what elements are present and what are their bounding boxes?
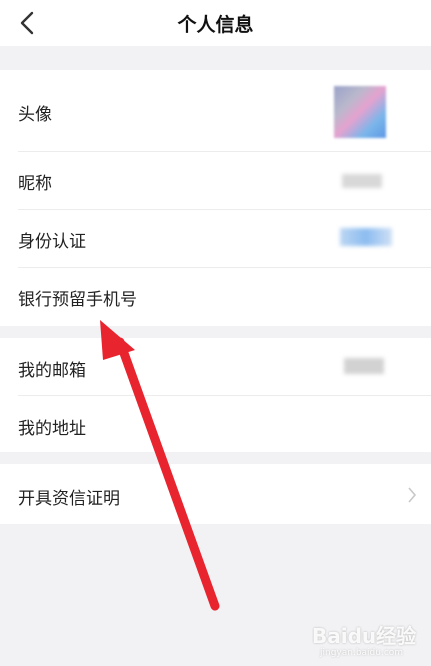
baidu-jingyan-watermark: Baidu经验 jingyan.baidu.com [312, 620, 422, 660]
watermark-logo-text: Baidu经验 [312, 624, 417, 648]
watermark-url-text: jingyan.baidu.com [320, 648, 404, 658]
annotation-arrow-icon [100, 320, 220, 611]
